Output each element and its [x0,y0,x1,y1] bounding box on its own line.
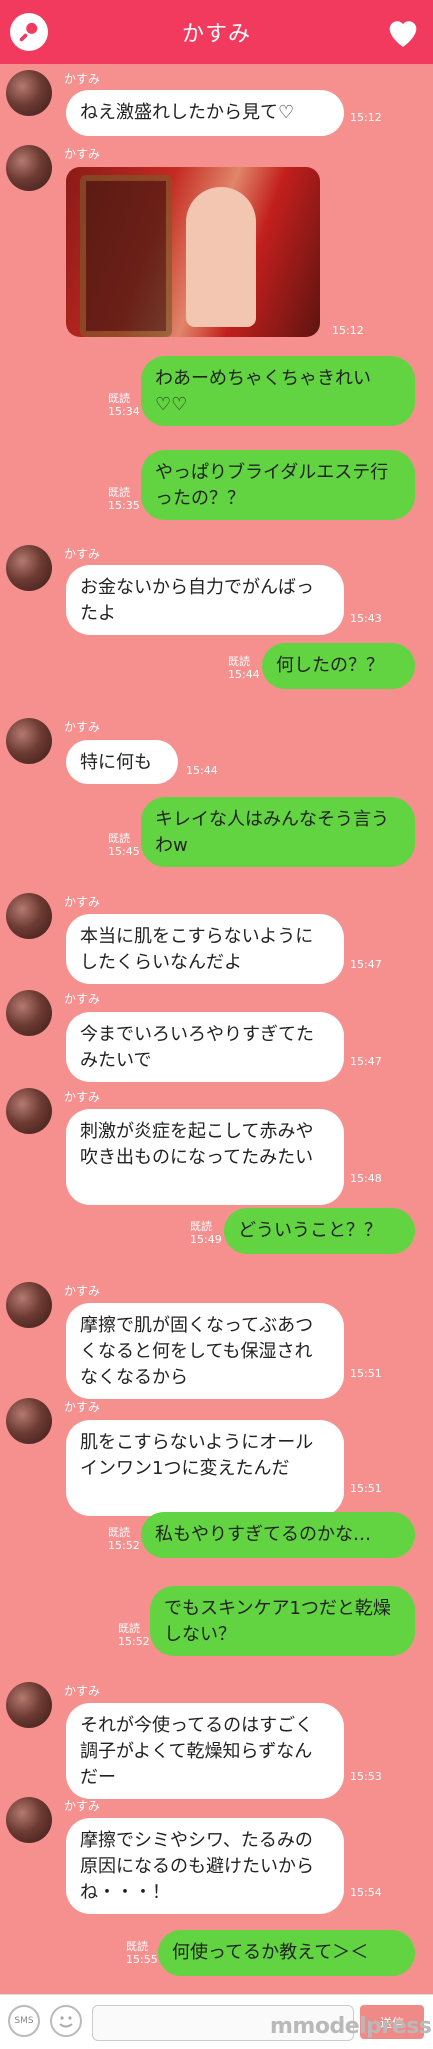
read-status: 既読 15:44 [228,655,260,681]
avatar[interactable] [6,718,52,764]
read-status: 既読 15:45 [108,832,140,858]
message-time: 15:47 [350,1055,382,1068]
message-time: 15:12 [332,324,364,337]
incoming-message[interactable]: お金ないから自力でがんばったよ [66,565,344,635]
avatar[interactable] [6,145,52,191]
incoming-message[interactable]: ねえ激盛れしたから見て♡ [66,90,344,136]
heart-icon[interactable] [383,12,423,52]
chat-title: かすみ [181,22,251,47]
outgoing-message[interactable]: 何したの？？ [262,643,415,689]
incoming-message[interactable]: 肌をこすらないようにオールインワン1つに変えたんだ [66,1420,344,1516]
sender-name: かすみ [64,992,101,1006]
sender-name: かすみ [64,1090,101,1104]
sender-name: かすみ [64,720,101,734]
watermark-logo: mmodelpress [270,2014,432,2039]
sender-name: かすみ [64,1284,101,1298]
outgoing-message[interactable]: キレイな人はみんなそう言うわw [141,797,415,867]
photo-message[interactable] [66,167,320,337]
outgoing-message[interactable]: でもスキンケア1つだと乾燥しない？ [150,1586,415,1656]
avatar[interactable] [6,1797,52,1843]
outgoing-message[interactable]: わあーめちゃくちゃきれい♡♡ [141,356,415,426]
outgoing-message[interactable]: どういうこと？？ [224,1208,415,1254]
sender-name: かすみ [64,1684,101,1698]
sender-name: かすみ [64,147,101,161]
sms-button[interactable]: SMS [8,2005,40,2037]
message-time: 15:51 [350,1482,382,1495]
incoming-message[interactable]: 摩擦で肌が固くなってぶあつくなると何をしても保湿されなくなるから [66,1303,344,1399]
emoji-icon[interactable] [50,2005,82,2037]
message-time: 15:44 [186,764,218,777]
outgoing-message[interactable]: 私もやりすぎてるのかな… [141,1512,415,1558]
incoming-message[interactable]: 本当に肌をこすらないようにしたくらいなんだよ [66,914,344,984]
message-time: 15:43 [350,612,382,625]
read-status: 既読 15:49 [190,1220,222,1246]
incoming-message[interactable]: それが今使ってるのはすごく調子がよくて乾燥知らずなんだー [66,1703,344,1799]
read-status: 既読 15:35 [108,486,140,512]
read-status: 既読 15:52 [118,1622,150,1648]
sender-name: かすみ [64,1799,101,1813]
message-time: 15:47 [350,958,382,971]
outgoing-message[interactable]: やっぱりブライダルエステ行ったの？？ [141,450,415,520]
incoming-message[interactable]: 摩擦でシミやシワ、たるみの原因になるのも避けたいからね・・・！ [66,1818,344,1914]
incoming-message[interactable]: 特に何も [66,740,178,784]
message-time: 15:51 [350,1367,382,1380]
sender-name: かすみ [64,1400,101,1414]
sender-name: かすみ [64,547,101,561]
avatar[interactable] [6,545,52,591]
read-status: 既読 15:52 [108,1526,140,1552]
sender-name: かすみ [64,895,101,909]
read-status: 既読 15:34 [108,392,140,418]
avatar[interactable] [6,1682,52,1728]
chat-header: かすみ [0,0,433,64]
avatar[interactable] [6,1088,52,1134]
avatar[interactable] [6,1398,52,1444]
message-time: 15:48 [350,1172,382,1185]
avatar[interactable] [6,893,52,939]
message-time: 15:54 [350,1886,382,1899]
avatar[interactable] [6,990,52,1036]
read-status: 既読 15:55 [126,1940,158,1966]
sender-name: かすみ [64,72,101,86]
outgoing-message[interactable]: 何使ってるか教えて＞＜ [158,1930,415,1976]
photo-subject [186,187,256,327]
incoming-message[interactable]: 刺激が炎症を起こして赤みや吹き出ものになってたみたい [66,1109,344,1205]
message-time: 15:53 [350,1770,382,1783]
avatar[interactable] [6,70,52,116]
mic-icon[interactable] [10,13,48,51]
message-time: 15:12 [350,111,382,124]
incoming-message[interactable]: 今までいろいろやりすぎてたみたいで [66,1012,344,1082]
photo-mirror [80,175,172,337]
avatar[interactable] [6,1282,52,1328]
